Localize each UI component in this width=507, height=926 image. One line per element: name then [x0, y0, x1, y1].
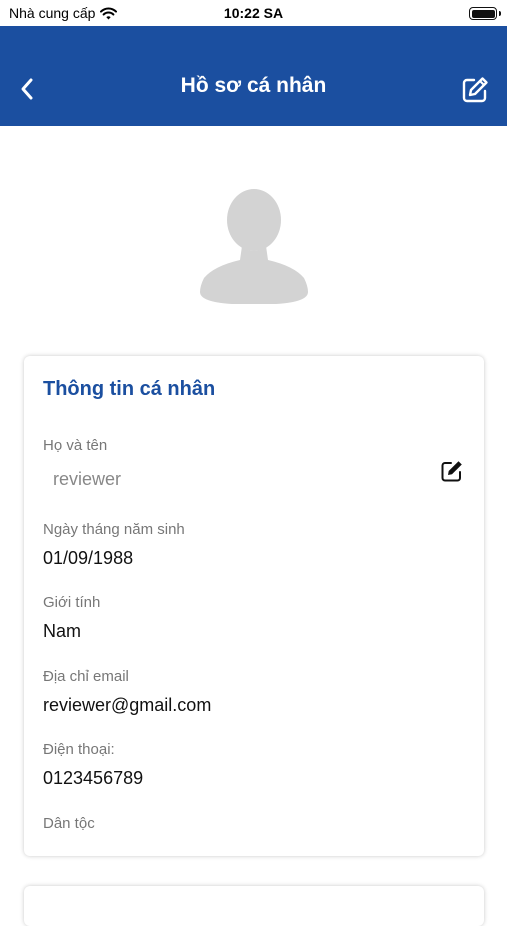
secondary-card — [24, 886, 484, 926]
gender-value: Nam — [43, 621, 82, 641]
edit-name-button[interactable] — [438, 457, 466, 485]
birth-date-value: 01/09/1988 — [43, 548, 134, 568]
header-bar: Hồ sơ cá nhân — [0, 26, 507, 126]
full-name-label: Họ và tên — [43, 437, 108, 454]
edit-icon — [441, 461, 462, 482]
edit-profile-button[interactable] — [459, 74, 491, 106]
personal-info-card: Thông tin cá nhân Họ và tên reviewer Ngà… — [24, 356, 484, 856]
edit-icon — [462, 77, 488, 103]
user-avatar-icon — [196, 182, 312, 306]
email-value: reviewer@gmail.com — [43, 695, 212, 715]
status-time: 10:22 SA — [223, 5, 284, 21]
gender-label: Giới tính — [43, 594, 101, 611]
battery-fill — [471, 9, 495, 18]
phone-value: 0123456789 — [43, 768, 144, 788]
page-title: Hồ sơ cá nhân — [180, 74, 327, 97]
section-title: Thông tin cá nhân — [43, 378, 216, 400]
phone-label: Điện thoại: — [43, 741, 115, 758]
battery-icon — [469, 7, 497, 20]
full-name-field[interactable]: reviewer — [53, 469, 121, 490]
email-label: Địa chỉ email — [43, 668, 129, 685]
birth-date-label: Ngày tháng năm sinh — [43, 521, 185, 538]
ethnicity-label: Dân tộc — [43, 815, 95, 832]
status-bar: Nhà cung cấp 10:22 SA — [0, 0, 507, 26]
